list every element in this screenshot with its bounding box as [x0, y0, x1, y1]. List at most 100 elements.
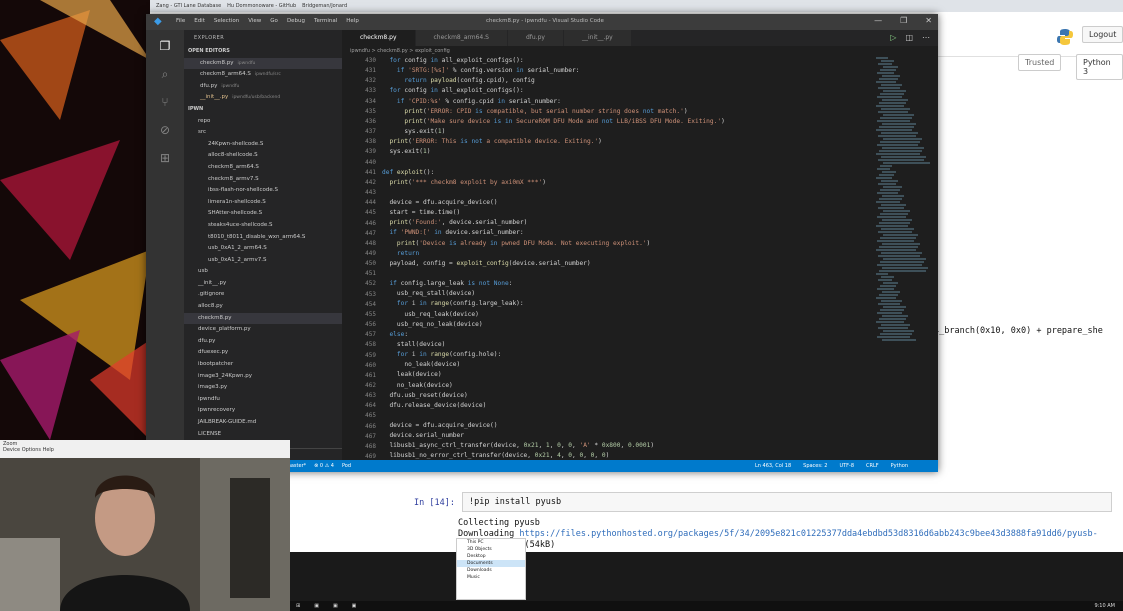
taskbar-app-icon[interactable]: ▣: [333, 603, 338, 609]
minimap-line: [878, 231, 912, 233]
file-tree-item[interactable]: t8010_t8011_disable_wxn_arm64.S: [184, 232, 342, 244]
notebook-cell[interactable]: In [14]: !pip install pyusb Collecting p…: [334, 482, 1123, 552]
browser-tab[interactable]: Hu Dommonoware - GitHub: [227, 3, 296, 9]
files-icon[interactable]: ❐: [157, 38, 173, 54]
explorer-item[interactable]: Desktop: [457, 553, 525, 560]
open-editor-item[interactable]: __init__.py ipwndfu/usb/backend: [184, 92, 342, 104]
start-icon[interactable]: ⊞: [296, 603, 300, 609]
file-tree-item[interactable]: checkm8_armv7.S: [184, 174, 342, 186]
close-icon[interactable]: ✕: [925, 16, 932, 25]
cursor-position[interactable]: Ln 463, Col 18: [755, 463, 791, 469]
menu-edit[interactable]: Edit: [194, 18, 205, 24]
line-number: 441: [365, 168, 376, 176]
file-tree-item[interactable]: alloc8.py: [184, 301, 342, 313]
menu-terminal[interactable]: Terminal: [314, 18, 337, 24]
taskbar-clock[interactable]: 9:10 AM: [1094, 603, 1115, 609]
file-tree-item[interactable]: ibss-flash-nor-shellcode.S: [184, 185, 342, 197]
minimap-line: [880, 165, 892, 167]
file-tree-item[interactable]: LICENSE: [184, 429, 342, 441]
taskbar-app-icon[interactable]: ▣: [352, 603, 357, 609]
file-tree-item[interactable]: device_platform.py: [184, 324, 342, 336]
explorer-item[interactable]: This PC: [457, 539, 525, 546]
minimap-line: [878, 87, 900, 89]
code-line: no_leak(device): [382, 381, 453, 389]
file-tree-item[interactable]: ipwndfu: [184, 394, 342, 406]
minimap[interactable]: [876, 56, 930, 460]
explorer-item[interactable]: 3D Objects: [457, 546, 525, 553]
cell-prompt: In [14]:: [414, 498, 455, 508]
explorer-item[interactable]: Downloads: [457, 567, 525, 574]
minimap-line: [880, 309, 904, 311]
explorer-item[interactable]: Documents: [457, 560, 525, 567]
tab--init-py[interactable]: __init__.py: [563, 30, 632, 46]
code-editor[interactable]: for config in all_exploit_configs(): if …: [382, 56, 872, 460]
minimap-line: [877, 168, 890, 170]
taskbar-app-icon[interactable]: ▣: [314, 603, 319, 609]
menu-file[interactable]: File: [176, 18, 185, 24]
menu-debug[interactable]: Debug: [287, 18, 305, 24]
file-tree-item[interactable]: dfu.py: [184, 336, 342, 348]
file-tree-item[interactable]: src: [184, 127, 342, 139]
file-tree-item[interactable]: JAILBREAK-GUIDE.md: [184, 417, 342, 429]
file-tree-item[interactable]: usb_0xA1_2_armv7.S: [184, 255, 342, 267]
run-icon[interactable]: ▷: [890, 33, 896, 42]
file-tree-item[interactable]: checkm8.py: [184, 312, 342, 325]
menu-go[interactable]: Go: [270, 18, 278, 24]
file-tree-item[interactable]: steaks4uce-shellcode.S: [184, 220, 342, 232]
open-editor-item[interactable]: checkm8_arm64.S ipwndfu/src: [184, 69, 342, 81]
encoding-status[interactable]: UTF-8: [839, 463, 854, 469]
file-tree: repo src 24Kpwn-shellcode.S alloc8-shellcod…: [184, 116, 342, 441]
status-left: master* ⊗ 0 ⚠ 4 Pod: [286, 463, 351, 469]
trusted-indicator[interactable]: Trusted: [1018, 54, 1062, 71]
extensions-icon[interactable]: ⊞: [157, 150, 173, 166]
file-tree-item[interactable]: limera1n-shellcode.S: [184, 197, 342, 209]
file-tree-item[interactable]: image3.py: [184, 382, 342, 394]
browser-tab[interactable]: Zang - GTI Lane Database: [156, 3, 221, 9]
menu-selection[interactable]: Selection: [214, 18, 239, 24]
open-editor-item[interactable]: checkm8.py ipwndfu: [184, 57, 342, 70]
indentation-status[interactable]: Spaces: 2: [803, 463, 827, 469]
tab-dfu-py[interactable]: dfu.py: [507, 30, 564, 46]
file-tree-item[interactable]: ibootpatcher: [184, 359, 342, 371]
file-tree-item[interactable]: ipwnrecovery: [184, 405, 342, 417]
search-icon[interactable]: ⌕: [157, 66, 173, 82]
eol-status[interactable]: CRLF: [866, 463, 879, 469]
open-editors-header[interactable]: OPEN EDITORS: [184, 46, 342, 58]
file-tree-item[interactable]: alloc8-shellcode.S: [184, 150, 342, 162]
file-tree-item[interactable]: usb_0xA1_2_arm64.S: [184, 243, 342, 255]
cell-input[interactable]: !pip install pyusb: [462, 492, 1112, 512]
more-actions-icon[interactable]: ⋯: [922, 33, 930, 42]
open-editor-item[interactable]: dfu.py ipwndfu: [184, 81, 342, 93]
logout-button[interactable]: Logout: [1082, 26, 1123, 43]
source-control-icon[interactable]: ⑂: [157, 94, 173, 110]
file-tree-item[interactable]: usb: [184, 266, 342, 278]
window-title: checkm8.py - ipwndfu - Visual Studio Cod…: [486, 18, 604, 24]
file-tree-item[interactable]: image3_24Kpwn.py: [184, 371, 342, 383]
minimize-icon[interactable]: —: [874, 16, 882, 25]
menu-view[interactable]: View: [248, 18, 261, 24]
file-tree-item[interactable]: checkm8_arm64.S: [184, 162, 342, 174]
maximize-icon[interactable]: ❐: [900, 16, 907, 25]
file-tree-item[interactable]: repo: [184, 116, 342, 128]
browser-tab[interactable]: Bridgeman/Jonard: [302, 3, 347, 9]
file-tree-item[interactable]: SHAtter-shellcode.S: [184, 208, 342, 220]
split-editor-icon[interactable]: ◫: [905, 33, 913, 42]
file-tree-item[interactable]: dfuexec.py: [184, 347, 342, 359]
folder-header[interactable]: IPWN: [184, 104, 342, 116]
file-tree-item[interactable]: 24Kpwn-shellcode.S: [184, 139, 342, 151]
explorer-item[interactable]: Music: [457, 574, 525, 581]
tab-checkm8-py[interactable]: checkm8.py: [342, 30, 416, 46]
problems-status[interactable]: ⊗ 0 ⚠ 4: [314, 463, 334, 469]
file-tree-item[interactable]: .gitignore: [184, 289, 342, 301]
debug-icon[interactable]: ⊘: [157, 122, 173, 138]
minimap-line: [879, 126, 914, 128]
download-link[interactable]: https://files.pythonhosted.org/packages/…: [519, 529, 1097, 539]
file-explorer-window: This PC 3D Objects Desktop Documents Dow…: [456, 538, 526, 600]
menu-help[interactable]: Help: [346, 18, 359, 24]
file-tree-item[interactable]: __init__.py: [184, 278, 342, 290]
tab-checkm8-arm64-s[interactable]: checkm8_arm64.S: [415, 30, 508, 46]
language-status[interactable]: Python: [891, 463, 908, 469]
breadcrumb[interactable]: ipwndfu > checkm8.py > exploit_config: [342, 46, 938, 56]
status-item[interactable]: Pod: [342, 463, 351, 469]
line-number: 440: [365, 158, 376, 166]
